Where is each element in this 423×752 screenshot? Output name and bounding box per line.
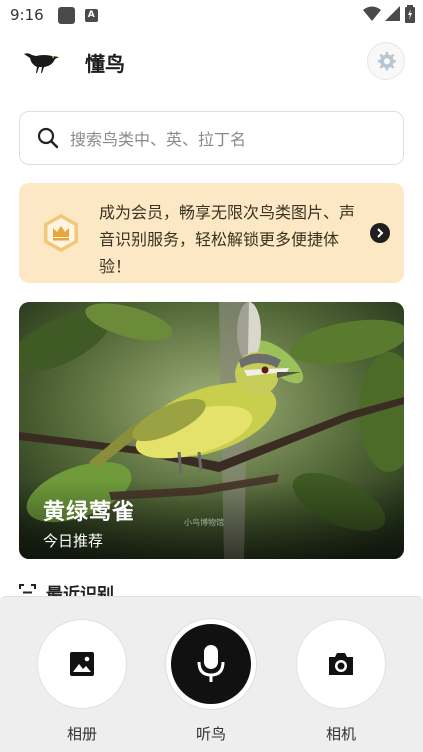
image-watermark: 小鸟博物馆 (184, 518, 224, 527)
featured-bird-name: 黄绿莺雀 (43, 500, 136, 525)
search-placeholder: 搜索鸟类中、英、拉丁名 (70, 130, 247, 149)
app-title: 懂鸟 (85, 52, 125, 76)
featured-bird-card[interactable]: 小鸟博物馆 黄绿莺雀 今日推荐 (19, 302, 404, 559)
microphone-icon (197, 645, 225, 682)
album-button[interactable] (37, 619, 127, 709)
camera-icon (329, 653, 353, 675)
search-icon (37, 127, 59, 149)
featured-subtitle: 今日推荐 (43, 532, 104, 550)
gear-icon (377, 51, 397, 71)
chevron-right-icon[interactable] (370, 223, 390, 243)
notification-icon (57, 6, 75, 24)
search-input[interactable]: 搜索鸟类中、英、拉丁名 (19, 111, 404, 165)
settings-button[interactable] (367, 42, 405, 80)
identify-action-panel: 相册 听鸟 相机 (0, 596, 423, 752)
listen-bird-button[interactable] (166, 619, 256, 709)
camera-button[interactable] (296, 619, 386, 709)
status-bar: 9:16 A (0, 0, 423, 30)
crown-badge-icon (44, 214, 78, 252)
status-time: 9:16 (10, 6, 44, 24)
battery-icon (405, 5, 415, 23)
app-logo-bird-icon (24, 53, 59, 73)
membership-banner[interactable]: 成为会员，畅享无限次鸟类图片、声音识别服务，轻松解锁更多便捷体验！ (19, 183, 404, 283)
notification-a-icon: A (84, 8, 98, 22)
listen-label: 听鸟 (195, 725, 226, 743)
wifi-icon (363, 6, 381, 21)
app-header: 懂鸟 (0, 38, 423, 88)
membership-text: 成为会员，畅享无限次鸟类图片、声音识别服务，轻松解锁更多便捷体验！ (99, 203, 356, 276)
image-icon (70, 652, 94, 676)
status-icons (363, 5, 415, 23)
album-label: 相册 (66, 725, 97, 743)
camera-label: 相机 (325, 725, 356, 743)
signal-icon (385, 6, 400, 21)
